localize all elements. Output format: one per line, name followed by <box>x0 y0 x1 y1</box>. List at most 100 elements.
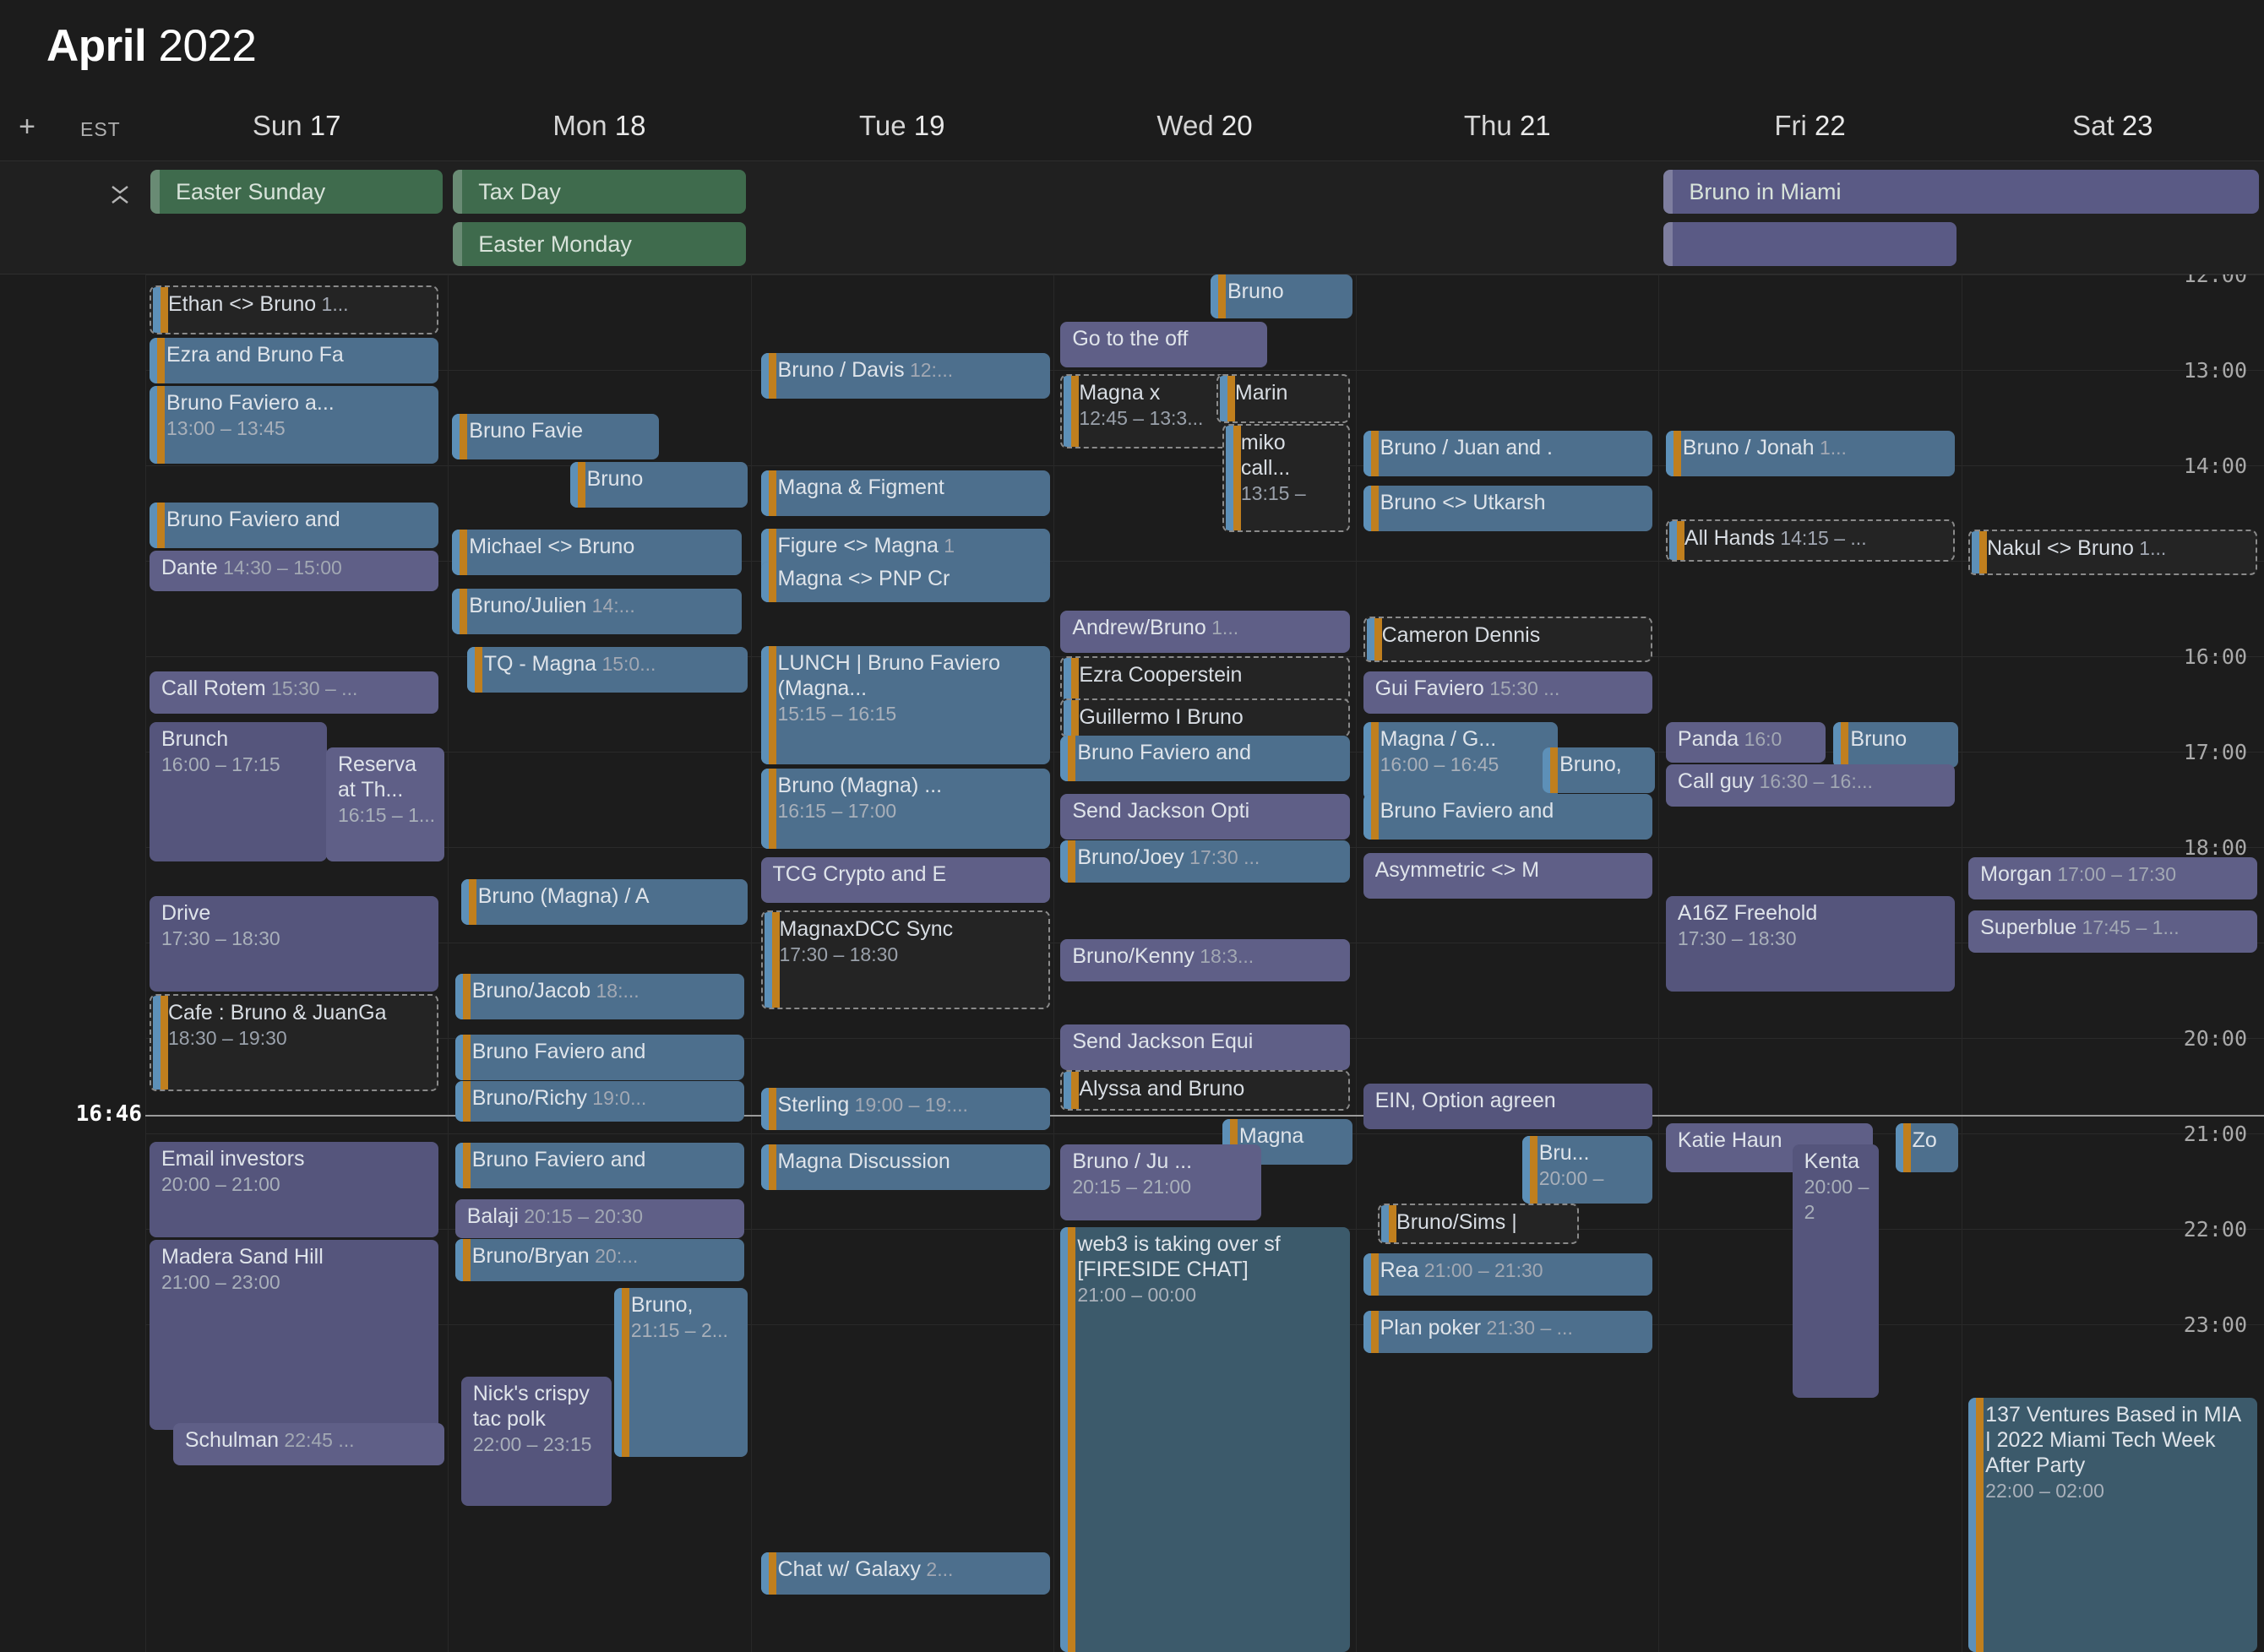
calendar-event[interactable]: Ezra Cooperstein <box>1060 656 1350 702</box>
calendar-event[interactable]: Bruno, 21:15 – 2... <box>613 1288 748 1457</box>
day-column-tue[interactable]: Bruno / Davis 12:... Magna & Figment Figur… <box>751 274 1053 1652</box>
calendar-event[interactable]: Bruno/Richy 19:0... <box>454 1081 745 1122</box>
calendar-event[interactable]: Ethan <> Bruno 1... <box>150 285 439 334</box>
calendar-event[interactable]: Guillermo I Bruno <box>1060 698 1350 737</box>
calendar-event[interactable]: Bruno Faviero and <box>454 1035 745 1080</box>
calendar-event[interactable]: TQ - Magna 15:0... <box>466 647 748 693</box>
add-event-button[interactable]: + <box>12 112 42 144</box>
time-grid[interactable]: 12:0013:0014:0015:0016:0017:0018:0019:00… <box>0 274 2264 1652</box>
calendar-event[interactable]: Bruno Faviero and <box>150 503 439 548</box>
day-header-tue[interactable]: Tue 19 <box>751 110 1053 152</box>
day-column-mon[interactable]: Bruno Favie Bruno Michael <> Bruno Bruno/Ju… <box>448 274 750 1652</box>
day-header-wed[interactable]: Wed 20 <box>1053 110 1356 152</box>
calendar-event[interactable]: Bruno/Bryan 20:... <box>454 1239 745 1281</box>
day-header-fri[interactable]: Fri 22 <box>1658 110 1961 152</box>
calendar-event[interactable]: Bruno Faviero and <box>1060 736 1350 781</box>
calendar-event[interactable]: Bruno/Joey 17:30 ... <box>1060 840 1350 883</box>
calendar-event[interactable]: Sterling 19:00 – 19:... <box>760 1088 1050 1130</box>
calendar-event[interactable]: Superblue 17:45 – 1... <box>1968 910 2258 953</box>
calendar-event[interactable]: Bruno Faviero a... 13:00 – 13:45 <box>150 386 439 464</box>
calendar-event[interactable]: Bruno <box>1833 722 1958 768</box>
day-column-sat[interactable]: Nakul <> Bruno 1... Morgan 17:00 – 17:30 S… <box>1962 274 2264 1652</box>
calendar-event[interactable]: Schulman 22:45 ... <box>172 1423 445 1465</box>
all-day-event[interactable]: Tax Day <box>453 170 746 214</box>
calendar-event[interactable]: Dante 14:30 – 15:00 <box>150 551 439 591</box>
calendar-event[interactable]: Cameron Dennis <box>1363 617 1652 662</box>
calendar-event[interactable]: Bruno/Sims | <box>1378 1204 1579 1244</box>
calendar-event[interactable]: 137 Ventures Based in MIA | 2022 Miami T… <box>1968 1398 2258 1652</box>
calendar-event[interactable]: Email investors 20:00 – 21:00 <box>150 1142 439 1237</box>
calendar-event[interactable]: Reserva at Th... 16:15 – 1... <box>325 747 445 861</box>
calendar-event[interactable]: Bruno <> Utkarsh <box>1363 486 1652 531</box>
calendar-event[interactable]: All Hands 14:15 – ... <box>1665 519 1956 562</box>
calendar-event[interactable]: Morgan 17:00 – 17:30 <box>1968 857 2258 899</box>
calendar-event[interactable]: Michael <> Bruno <box>452 530 742 575</box>
calendar-event[interactable]: Plan poker 21:30 – ... <box>1363 1311 1652 1353</box>
day-header-sat[interactable]: Sat 23 <box>1962 110 2264 152</box>
day-column-fri[interactable]: Bruno / Jonah 1... All Hands 14:15 – ... P… <box>1658 274 1961 1652</box>
calendar-event[interactable]: Andrew/Bruno 1... <box>1060 611 1350 653</box>
calendar-event[interactable]: Magna x 12:45 – 13:3... <box>1060 374 1238 448</box>
calendar-event[interactable]: Bruno/Jacob 18:... <box>454 974 745 1019</box>
calendar-event[interactable]: Nakul <> Bruno 1... <box>1968 530 2258 575</box>
calendar-event[interactable]: Bru... 20:00 – <box>1521 1136 1652 1204</box>
calendar-event[interactable]: Bruno, <box>1543 747 1656 793</box>
all-day-event[interactable]: Bruno in Miami <box>1663 170 2259 214</box>
day-header-sun[interactable]: Sun 17 <box>145 110 448 152</box>
day-column-wed[interactable]: Bruno Go to the off Magna x 12:45 – 13:3...… <box>1053 274 1356 1652</box>
calendar-event[interactable]: LUNCH | Bruno Faviero (Magna... 15:15 – 1… <box>760 646 1050 764</box>
calendar-event[interactable]: Bruno/Kenny 18:3... <box>1060 939 1350 981</box>
calendar-event[interactable]: Call Rotem 15:30 – ... <box>150 671 439 714</box>
calendar-event[interactable]: Magna / G... 16:00 – 16:45 <box>1363 722 1559 800</box>
calendar-event[interactable]: TCG Crypto and E <box>760 857 1050 903</box>
calendar-event[interactable]: Bruno Faviero and <box>1363 794 1652 840</box>
calendar-event[interactable]: Bruno Faviero and <box>454 1143 745 1188</box>
calendar-event[interactable]: Madera Sand Hill 21:00 – 23:00 <box>150 1240 439 1430</box>
calendar-event[interactable]: miko call... 13:15 – <box>1222 424 1350 532</box>
all-day-event[interactable] <box>1663 222 1957 266</box>
calendar-event[interactable]: Bruno (Magna) / A <box>460 879 748 925</box>
collapse-chevron-icon[interactable] <box>106 180 134 209</box>
day-column-sun[interactable]: Ethan <> Bruno 1... Ezra and Bruno Fa Brun… <box>145 274 448 1652</box>
calendar-event[interactable]: Bruno/Julien 14:... <box>452 589 742 634</box>
calendar-event[interactable]: Balaji 20:15 – 20:30 <box>454 1199 745 1238</box>
calendar-event[interactable]: Send Jackson Equi <box>1060 1024 1350 1070</box>
calendar-event[interactable]: Nick's crispy tac polk 22:00 – 23:15 <box>460 1377 612 1506</box>
calendar-event[interactable]: Bruno / Jonah 1... <box>1665 431 1956 476</box>
day-header-thu[interactable]: Thu 21 <box>1356 110 1658 152</box>
calendar-event[interactable]: Asymmetric <> M <box>1363 853 1652 899</box>
calendar-event[interactable]: Bruno / Davis 12:... <box>760 353 1050 399</box>
all-day-event[interactable]: Easter Sunday <box>150 170 444 214</box>
all-day-event[interactable]: Easter Monday <box>453 222 746 266</box>
calendar-event[interactable]: Zo <box>1895 1123 1958 1172</box>
calendar-event[interactable]: web3 is taking over sf [FIRESIDE CHAT] 21… <box>1060 1227 1350 1652</box>
calendar-event[interactable]: Drive 17:30 – 18:30 <box>150 896 439 992</box>
calendar-event[interactable]: Ezra and Bruno Fa <box>150 338 439 383</box>
calendar-event[interactable]: EIN, Option agreen <box>1363 1084 1652 1129</box>
calendar-event[interactable]: Bruno / Juan and . <box>1363 431 1652 476</box>
calendar-event[interactable]: Go to the off <box>1060 322 1268 367</box>
calendar-event[interactable]: Brunch 16:00 – 17:15 <box>150 722 327 861</box>
calendar-event[interactable]: Chat w/ Galaxy 2... <box>760 1552 1050 1595</box>
calendar-event[interactable]: Panda 16:0 <box>1665 722 1826 763</box>
calendar-event[interactable]: A16Z Freehold 17:30 – 18:30 <box>1665 896 1956 992</box>
calendar-event[interactable]: Bruno (Magna) ... 16:15 – 17:00 <box>760 769 1050 849</box>
calendar-event[interactable]: Magna & Figment <box>760 470 1050 516</box>
calendar-event[interactable]: Cafe : Bruno & JuanGa 18:30 – 19:30 <box>150 994 439 1091</box>
calendar-event[interactable]: Bruno / Ju ... 20:15 – 21:00 <box>1060 1144 1262 1220</box>
calendar-event[interactable]: MagnaxDCC Sync 17:30 – 18:30 <box>760 910 1050 1009</box>
calendar-event[interactable]: Marin <box>1216 374 1350 423</box>
calendar-event[interactable]: Gui Faviero 15:30 ... <box>1363 671 1652 714</box>
calendar-event[interactable]: Kenta 20:00 – 2 <box>1792 1144 1879 1398</box>
day-header-mon[interactable]: Mon 18 <box>448 110 750 152</box>
calendar-event[interactable]: Rea 21:00 – 21:30 <box>1363 1253 1652 1296</box>
calendar-event[interactable]: Alyssa and Bruno <box>1060 1070 1350 1111</box>
calendar-event[interactable]: Bruno Favie <box>452 414 660 459</box>
calendar-event[interactable]: Bruno <box>569 462 748 508</box>
calendar-event[interactable]: Magna <> PNP Cr <box>760 562 1050 602</box>
calendar-event[interactable]: Magna Discussion <box>760 1144 1050 1190</box>
day-column-thu[interactable]: Bruno / Juan and . Bruno <> Utkarsh Camero… <box>1356 274 1658 1652</box>
calendar-event[interactable]: Send Jackson Opti <box>1060 794 1350 840</box>
calendar-event[interactable]: Bruno <box>1210 274 1353 318</box>
calendar-event[interactable]: Call guy 16:30 – 16:... <box>1665 764 1956 807</box>
